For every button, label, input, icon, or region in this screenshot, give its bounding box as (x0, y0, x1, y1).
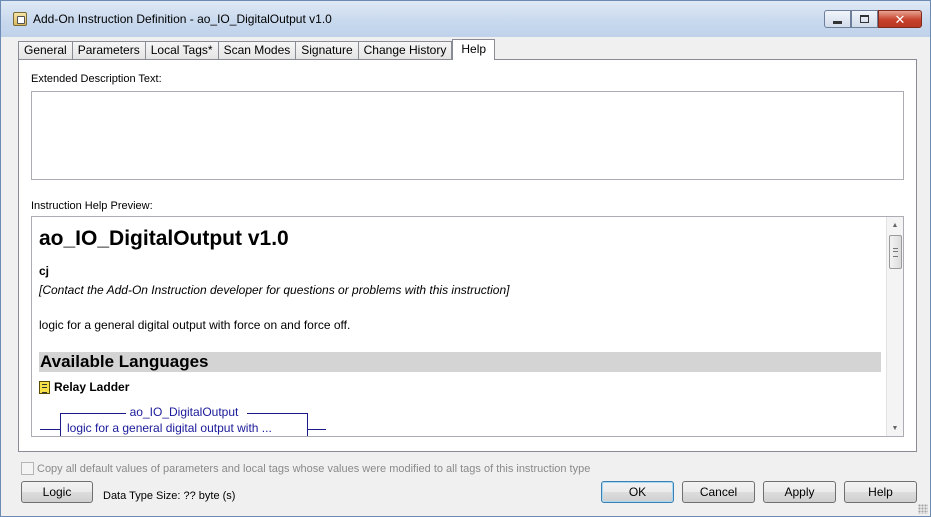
window-title: Add-On Instruction Definition - ao_IO_Di… (33, 12, 332, 26)
tab-change-history[interactable]: Change History (357, 41, 453, 60)
tab-parameters[interactable]: Parameters (71, 41, 145, 60)
scrollbar-thumb[interactable] (889, 235, 902, 269)
tab-local-tags[interactable]: Local Tags* (144, 41, 218, 60)
copy-defaults-checkbox[interactable] (21, 462, 34, 475)
preview-language-item: Relay Ladder (39, 379, 129, 395)
minimize-button[interactable] (824, 10, 851, 28)
preview-contact-note: [Contact the Add-On Instruction develope… (39, 283, 510, 297)
extended-description-label: Extended Description Text: (31, 73, 162, 85)
scroll-up-arrow-icon[interactable]: ▲ (887, 217, 903, 233)
data-type-size: Data Type Size: ?? byte (s) (103, 490, 236, 502)
rung-wire-left (40, 429, 61, 430)
preview-languages-heading: Available Languages (39, 352, 881, 372)
help-preview-label: Instruction Help Preview: (31, 200, 153, 212)
rung-wire-right (307, 429, 326, 430)
relay-ladder-icon (39, 380, 50, 394)
tab-strip: General Parameters Local Tags* Scan Mode… (18, 39, 496, 60)
aoi-definition-icon (13, 12, 27, 26)
cancel-button[interactable]: Cancel (682, 481, 755, 503)
ok-button[interactable]: OK (601, 481, 674, 503)
title-bar: Add-On Instruction Definition - ao_IO_Di… (1, 1, 930, 37)
preview-language-label: Relay Ladder (54, 380, 130, 394)
window-controls: ✕ (824, 10, 922, 28)
preview-description: logic for a general digital output with … (39, 318, 351, 332)
help-tab-panel: Extended Description Text: Instruction H… (18, 59, 917, 452)
aoi-definition-window: Add-On Instruction Definition - ao_IO_Di… (0, 0, 931, 517)
copy-defaults-label: Copy all default values of parameters an… (37, 462, 591, 475)
maximize-icon (860, 15, 869, 23)
scroll-down-arrow-icon[interactable]: ▼ (887, 420, 903, 436)
instruction-block-description: logic for a general digital output with … (67, 421, 272, 435)
tab-general[interactable]: General (18, 41, 72, 60)
minimize-icon (833, 20, 842, 24)
apply-button[interactable]: Apply (763, 481, 836, 503)
extended-description-textarea[interactable] (31, 91, 904, 180)
instruction-block-title: ao_IO_DigitalOutput (129, 405, 239, 419)
close-button[interactable]: ✕ (878, 10, 922, 28)
copy-defaults-row: Copy all default values of parameters an… (21, 462, 590, 475)
help-preview-pane: ao_IO_DigitalOutput v1.0 cj [Contact the… (31, 216, 904, 437)
tab-scan-modes[interactable]: Scan Modes (217, 41, 296, 60)
preview-title: ao_IO_DigitalOutput v1.0 (39, 227, 289, 250)
ladder-instruction-block: ao_IO_DigitalOutput logic for a general … (40, 405, 326, 436)
logic-button[interactable]: Logic (21, 481, 93, 503)
help-button[interactable]: Help (844, 481, 917, 503)
tab-signature[interactable]: Signature (295, 41, 358, 60)
tab-help[interactable]: Help (452, 39, 496, 60)
maximize-button[interactable] (851, 10, 878, 28)
resize-grip-icon[interactable] (918, 504, 928, 514)
help-preview-scrollbar[interactable]: ▲ ▼ (886, 217, 903, 436)
preview-author: cj (39, 264, 50, 278)
close-icon: ✕ (894, 11, 906, 27)
